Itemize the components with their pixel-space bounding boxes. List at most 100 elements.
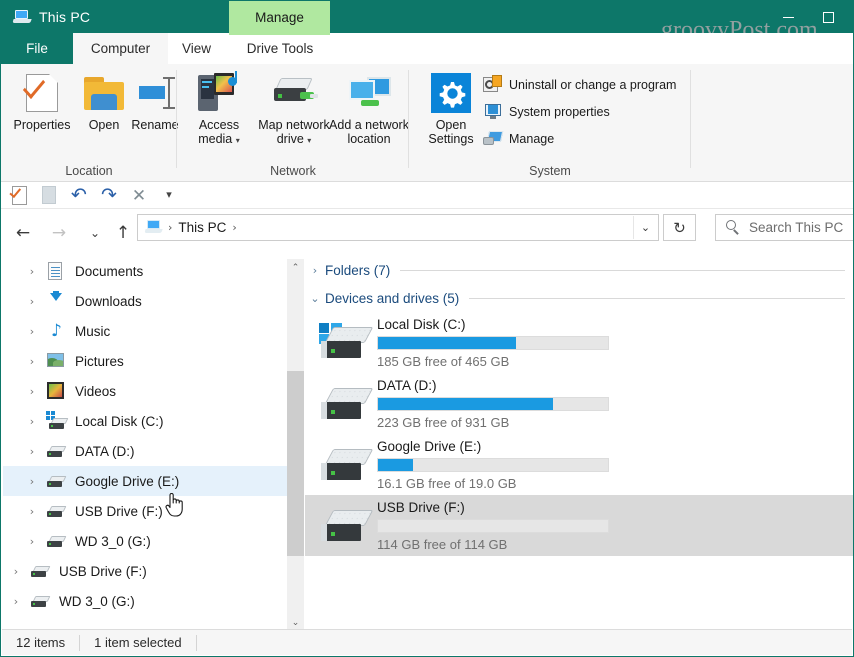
nav-item-google-drive-e[interactable]: ›Google Drive (E:)	[3, 466, 287, 496]
download-icon	[45, 291, 69, 311]
drive-tile[interactable]: DATA (D:) 223 GB free of 931 GB	[305, 373, 853, 434]
properties-icon	[12, 186, 27, 205]
drive-free-space: 223 GB free of 931 GB	[377, 415, 843, 430]
nav-item-usb-drive-f[interactable]: › USB Drive (F:)	[3, 496, 287, 526]
breadcrumb-separator[interactable]: ›	[168, 221, 172, 234]
minimize-button[interactable]	[771, 1, 805, 33]
address-bar[interactable]: › This PC › ⌄	[137, 214, 659, 241]
up-button[interactable]: ↑	[111, 221, 135, 245]
content-group-header-folders[interactable]: ›Folders (7)	[305, 256, 853, 284]
content-pane[interactable]: ›Folders (7)⌄Devices and drives (5)Local…	[305, 256, 853, 631]
qat-paste-button[interactable]	[37, 184, 61, 206]
expand-chevron-icon[interactable]: ›	[19, 265, 45, 278]
drive-tile[interactable]: USB Drive (F:)114 GB free of 114 GB	[305, 495, 853, 556]
properties-button[interactable]: Properties	[7, 72, 77, 132]
nav-item-label: USB Drive (F:)	[75, 504, 163, 519]
chevron-down-icon[interactable]: ▾	[236, 136, 240, 145]
windows-drive-icon	[305, 315, 377, 371]
breadcrumb-this-pc[interactable]: This PC	[178, 220, 226, 235]
scroll-up-button[interactable]: ⌃	[287, 259, 304, 276]
navigation-pane-scrollbar[interactable]: ⌃ ⌄	[287, 259, 304, 631]
expand-chevron-icon[interactable]: ›	[3, 565, 29, 578]
map-network-drive-button[interactable]: Map network drive ▾	[249, 72, 339, 148]
uninstall-program-label: Uninstall or change a program	[509, 78, 676, 92]
chevron-down-icon: ⌄	[641, 221, 650, 234]
qat-customize-button[interactable]: ▾	[157, 184, 181, 206]
nav-item-downloads[interactable]: ›Downloads	[3, 286, 287, 316]
expand-chevron-icon[interactable]: ›	[19, 325, 45, 338]
nav-item-documents[interactable]: ›Documents	[3, 256, 287, 286]
status-bar: 12 items 1 item selected	[2, 629, 852, 655]
monitors-network-icon	[347, 72, 391, 114]
tab-computer[interactable]: Computer	[73, 33, 168, 64]
manage-button[interactable]: Manage	[483, 130, 554, 148]
expand-chevron-icon[interactable]: ›	[19, 505, 45, 518]
capacity-bar	[377, 519, 609, 533]
nav-item-wd-3-0-g[interactable]: ›WD 3_0 (G:)	[3, 526, 287, 556]
tab-drive-tools[interactable]: Drive Tools	[225, 33, 335, 64]
tab-file[interactable]: File	[1, 33, 73, 64]
capacity-bar-fill	[378, 337, 516, 349]
contextual-tab-manage[interactable]: Manage	[229, 1, 330, 33]
drive-name: DATA (D:)	[377, 378, 843, 393]
drive-tile[interactable]: Google Drive (E:)16.1 GB free of 19.0 GB	[305, 434, 853, 495]
tab-view[interactable]: View	[168, 33, 225, 64]
chevron-down-icon[interactable]: ▾	[307, 136, 311, 145]
arrow-right-icon: →	[52, 223, 66, 243]
chevron-right-icon[interactable]: ›	[305, 264, 325, 277]
address-dropdown-button[interactable]: ⌄	[633, 216, 657, 239]
qat-redo-button[interactable]: ↷	[97, 184, 121, 206]
nav-item-usb-drive-f[interactable]: ›USB Drive (F:)	[3, 556, 287, 586]
scrollbar-thumb[interactable]	[287, 371, 304, 556]
expand-chevron-icon[interactable]: ›	[19, 475, 45, 488]
access-media-button[interactable]: Access media ▾	[185, 72, 253, 148]
recent-locations-button[interactable]: ⌄	[83, 221, 107, 245]
capacity-bar	[377, 397, 609, 411]
content-group-header-devices[interactable]: ⌄Devices and drives (5)	[305, 284, 853, 312]
expand-chevron-icon[interactable]: ›	[19, 415, 45, 428]
search-input[interactable]: Search This PC	[749, 220, 843, 235]
nav-item-label: Local Disk (C:)	[75, 414, 164, 429]
nav-item-pictures[interactable]: ›Pictures	[3, 346, 287, 376]
expand-chevron-icon[interactable]: ›	[3, 595, 29, 608]
this-pc-icon	[13, 9, 31, 25]
open-settings-button[interactable]: Open Settings	[419, 72, 483, 146]
drive-icon	[45, 471, 69, 491]
expand-chevron-icon[interactable]: ›	[19, 535, 45, 548]
capacity-bar	[377, 336, 609, 350]
drive-name: Local Disk (C:)	[377, 317, 843, 332]
qat-properties-button[interactable]	[7, 184, 31, 206]
nav-item-music[interactable]: ›♪Music	[3, 316, 287, 346]
search-box[interactable]: Search This PC	[715, 214, 854, 241]
nav-item-wd-3-0-g[interactable]: ›WD 3_0 (G:)	[3, 586, 287, 616]
maximize-button[interactable]	[811, 1, 845, 33]
open-button[interactable]: Open	[79, 72, 129, 132]
drive-tile[interactable]: Local Disk (C:)185 GB free of 465 GB	[305, 312, 853, 373]
map-drive-label-1: Map network	[258, 118, 330, 132]
chevron-down-icon[interactable]: ⌄	[305, 292, 325, 305]
refresh-button[interactable]: ↻	[663, 214, 696, 241]
nav-item-data-d[interactable]: ›DATA (D:)	[3, 436, 287, 466]
minimize-icon	[783, 17, 794, 18]
map-drive-label-2: drive ▾	[277, 132, 312, 148]
expand-chevron-icon[interactable]: ›	[19, 295, 45, 308]
expand-chevron-icon[interactable]: ›	[19, 355, 45, 368]
nav-item-local-disk-c[interactable]: › Local Disk (C:)	[3, 406, 287, 436]
drive-name: Google Drive (E:)	[377, 439, 843, 454]
qat-delete-button[interactable]: ✕	[127, 184, 151, 206]
navigation-pane[interactable]: ›Documents›Downloads›♪Music›Pictures›Vid…	[3, 256, 287, 631]
tab-drive-tools-label: Drive Tools	[247, 41, 314, 56]
forward-button[interactable]: →	[47, 221, 71, 245]
open-label: Open	[89, 118, 120, 132]
uninstall-program-button[interactable]: Uninstall or change a program	[483, 76, 676, 94]
breadcrumb-separator[interactable]: ›	[232, 221, 236, 234]
expand-chevron-icon[interactable]: ›	[19, 385, 45, 398]
open-settings-label-1: Open	[436, 118, 467, 132]
add-network-location-button[interactable]: Add a network location	[335, 72, 403, 146]
nav-item-videos[interactable]: ›Videos	[3, 376, 287, 406]
back-button[interactable]: ←	[11, 221, 35, 245]
expand-chevron-icon[interactable]: ›	[19, 445, 45, 458]
ribbon: Properties Open Rename Location	[1, 64, 853, 182]
qat-undo-button[interactable]: ↶	[67, 184, 91, 206]
system-properties-button[interactable]: System properties	[483, 103, 610, 121]
